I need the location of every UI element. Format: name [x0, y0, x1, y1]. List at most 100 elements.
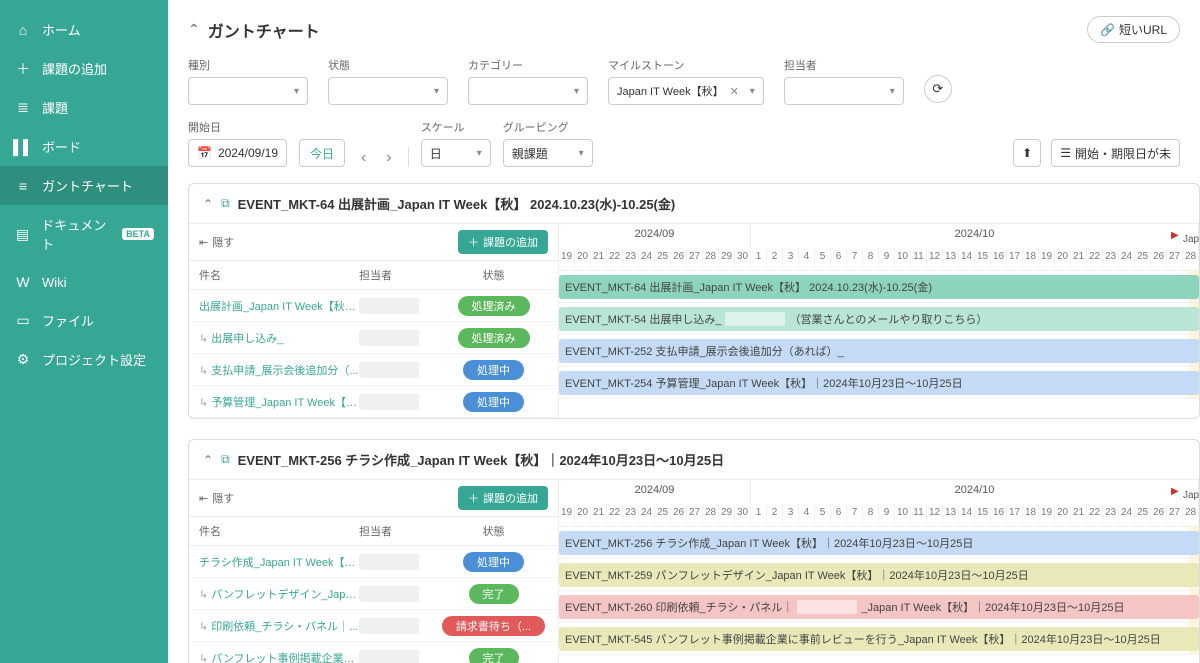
start-date-input[interactable]: 📅 2024/09/19: [188, 139, 287, 167]
short-url-button[interactable]: 🔗 短いURL: [1087, 16, 1180, 43]
days-row: 1920212223242526272829301234567891011121…: [559, 504, 1199, 526]
day-cell: 9: [879, 248, 895, 270]
day-cell: 25: [655, 504, 671, 526]
day-cell: 16: [991, 504, 1007, 526]
grouping-select[interactable]: 親課題: [503, 139, 593, 167]
day-cell: 19: [1039, 248, 1055, 270]
sidebar-label: ホーム: [42, 20, 81, 39]
today-button[interactable]: 今日: [299, 139, 345, 167]
day-cell: 13: [943, 504, 959, 526]
day-cell: 24: [1119, 504, 1135, 526]
day-cell: 13: [943, 248, 959, 270]
gantt-bar[interactable]: EVENT_MKT-260 印刷依頼_チラシ・パネル｜_Japan IT Wee…: [559, 595, 1199, 619]
hide-button[interactable]: ⇤隠す: [199, 490, 234, 506]
gantt-bar[interactable]: EVENT_MKT-259 パンフレットデザイン_Japan IT Week【秋…: [559, 563, 1199, 587]
milestone-select[interactable]: Japan IT Week【秋】 ✕: [608, 77, 764, 105]
day-cell: 11: [911, 504, 927, 526]
export-button[interactable]: ⬆: [1013, 139, 1041, 167]
status-select[interactable]: [328, 77, 448, 105]
day-cell: 2: [767, 504, 783, 526]
add-task-button[interactable]: ＋課題の追加: [458, 486, 548, 510]
collapse-icon[interactable]: ⌃: [188, 21, 200, 38]
day-cell: 12: [927, 248, 943, 270]
day-cell: 6: [831, 248, 847, 270]
sidebar-item-0[interactable]: ⌂ホーム: [0, 10, 168, 49]
day-cell: 6: [831, 504, 847, 526]
day-cell: 23: [623, 248, 639, 270]
start-date-label: 開始日: [188, 119, 287, 135]
chevron-down-icon[interactable]: ⌃: [203, 197, 213, 211]
sidebar-item-7[interactable]: ▭ファイル: [0, 301, 168, 340]
task-row: 出展計画_Japan IT Week【秋】... 処理済み: [189, 290, 558, 322]
col-status: 状態: [439, 267, 548, 283]
day-cell: 30: [735, 248, 751, 270]
gantt-bar[interactable]: EVENT_MKT-54 出展申し込み_（営業さんとのメールやり取りこちら）: [559, 307, 1199, 331]
task-assignee: [359, 394, 439, 410]
day-cell: 29: [719, 248, 735, 270]
day-cell: 2: [767, 248, 783, 270]
gantt-bar[interactable]: EVENT_MKT-256 チラシ作成_Japan IT Week【秋】｜202…: [559, 531, 1199, 555]
task-subject[interactable]: 支払申請_展示会後追加分（...: [199, 362, 359, 378]
task-subject[interactable]: 出展申し込み_: [199, 330, 359, 346]
task-subject[interactable]: 出展計画_Japan IT Week【秋】...: [199, 298, 359, 314]
sidebar: ⌂ホーム＋課題の追加≣課題▌▌ボード≡ガントチャート▤ドキュメントBETAWWi…: [0, 0, 168, 663]
day-cell: 19: [559, 248, 575, 270]
day-cell: 24: [639, 504, 655, 526]
day-cell: 28: [1183, 248, 1199, 270]
chevron-down-icon[interactable]: ⌃: [203, 453, 213, 467]
day-cell: 21: [591, 504, 607, 526]
category-select[interactable]: [468, 77, 588, 105]
task-subject[interactable]: パンフレットデザイン_Japan...: [199, 586, 359, 602]
month-label: 2024/09: [559, 224, 751, 248]
tree-icon: ⧉: [221, 452, 230, 467]
day-cell: 14: [959, 248, 975, 270]
scale-label: スケール: [421, 119, 491, 135]
sidebar-icon: ▭: [14, 312, 32, 330]
gantt-row: EVENT_MKT-259 パンフレットデザイン_Japan IT Week【秋…: [559, 559, 1199, 591]
day-cell: 27: [1167, 504, 1183, 526]
prev-button[interactable]: ‹: [357, 149, 370, 167]
task-subject[interactable]: パンフレット事例掲載企業に...: [199, 650, 359, 663]
task-row: 支払申請_展示会後追加分（... 処理中: [189, 354, 558, 386]
plus-icon: ＋: [468, 490, 479, 506]
gantt-bar[interactable]: EVENT_MKT-252 支払申請_展示会後追加分（あれば）_: [559, 339, 1199, 363]
sidebar-item-5[interactable]: ▤ドキュメントBETA: [0, 205, 168, 263]
next-button[interactable]: ›: [382, 149, 395, 167]
sidebar-icon: ≣: [14, 99, 32, 117]
hide-button[interactable]: ⇤隠す: [199, 234, 234, 250]
month-label: 2024/10: [751, 224, 1199, 248]
task-subject[interactable]: 予算管理_Japan IT Week【秋...: [199, 394, 359, 410]
day-cell: 17: [1007, 504, 1023, 526]
sidebar-item-1[interactable]: ＋課題の追加: [0, 49, 168, 88]
gantt-bar[interactable]: EVENT_MKT-545 パンフレット事例掲載企業に事前レビューを行う_Jap…: [559, 627, 1199, 651]
date-range-button[interactable]: ☰ 開始・期限日が未: [1051, 139, 1180, 167]
sidebar-item-4[interactable]: ≡ガントチャート: [0, 166, 168, 205]
task-subject[interactable]: チラシ作成_Japan IT Week【秋...: [199, 554, 359, 570]
day-cell: 22: [607, 504, 623, 526]
milestone-flag-icon: ▶: [1171, 486, 1179, 497]
short-url-label: 短いURL: [1119, 21, 1167, 38]
sidebar-item-6[interactable]: WWiki: [0, 263, 168, 301]
task-status: 処理中: [439, 360, 548, 380]
sidebar-icon: ▤: [14, 225, 31, 243]
close-icon[interactable]: ✕: [730, 85, 739, 98]
refresh-button[interactable]: ⟳: [924, 75, 952, 103]
page-title: ガントチャート: [208, 18, 320, 42]
gantt-bar[interactable]: EVENT_MKT-64 出展計画_Japan IT Week【秋】 2024.…: [559, 275, 1199, 299]
sidebar-label: ドキュメント: [41, 215, 116, 253]
type-select[interactable]: [188, 77, 308, 105]
gantt-bar[interactable]: EVENT_MKT-254 予算管理_Japan IT Week【秋】｜2024…: [559, 371, 1199, 395]
add-task-button[interactable]: ＋課題の追加: [458, 230, 548, 254]
category-label: カテゴリー: [468, 57, 588, 73]
task-subject[interactable]: 印刷依頼_チラシ・パネル｜...: [199, 618, 359, 634]
assignee-select[interactable]: [784, 77, 904, 105]
start-date-value: 2024/09/19: [218, 146, 278, 160]
sidebar-item-2[interactable]: ≣課題: [0, 88, 168, 127]
sidebar-item-3[interactable]: ▌▌ボード: [0, 127, 168, 166]
scale-select[interactable]: 日: [421, 139, 491, 167]
day-cell: 28: [703, 504, 719, 526]
gantt-row: EVENT_MKT-64 出展計画_Japan IT Week【秋】 2024.…: [559, 271, 1199, 303]
collapse-left-icon: ⇤: [199, 236, 208, 249]
sidebar-item-8[interactable]: ⚙プロジェクト設定: [0, 340, 168, 379]
milestone-flag-icon: ▶: [1171, 230, 1179, 241]
